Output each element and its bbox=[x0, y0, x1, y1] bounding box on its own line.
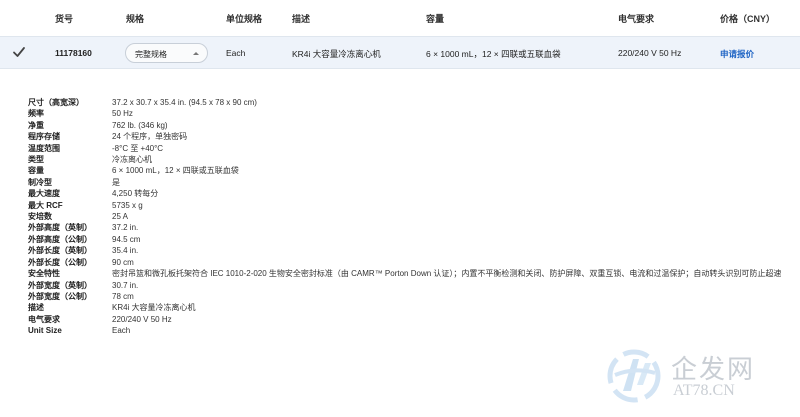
spec-row: 外部宽度（公制） 78 cm bbox=[28, 291, 788, 302]
spec-row: 温度范围 -8°C 至 +40°C bbox=[28, 143, 788, 154]
watermark-logo-icon bbox=[607, 349, 661, 403]
header-electrical: 电气要求 bbox=[618, 14, 655, 24]
spec-value: 密封吊篮和微孔板托架符合 IEC 1010-2-020 生物安全密封标准（由 C… bbox=[112, 269, 782, 279]
spec-value: Each bbox=[112, 326, 131, 336]
caret-up-icon bbox=[193, 52, 199, 55]
spec-value: 37.2 x 30.7 x 35.4 in. (94.5 x 78 x 90 c… bbox=[112, 98, 257, 107]
spec-value: -8°C 至 +40°C bbox=[112, 143, 164, 153]
header-description: 描述 bbox=[292, 14, 311, 24]
spec-label: 安全特性 bbox=[28, 269, 60, 279]
spec-label: 频率 bbox=[28, 109, 44, 119]
spec-value: 762 lb. (346 kg) bbox=[112, 120, 168, 130]
spec-row: 尺寸（高宽深） 37.2 x 30.7 x 35.4 in. (94.5 x 78… bbox=[28, 97, 788, 108]
watermark-text-en: AT78.CN bbox=[673, 382, 735, 399]
spec-label: 程序存储 bbox=[28, 132, 60, 142]
electrical-value: 220/240 V 50 Hz bbox=[618, 48, 682, 58]
table-header: 货号 规格 单位规格 描述 容量 电气要求 价格（CNY） bbox=[0, 0, 800, 36]
spec-value: 6 × 1000 mL，12 × 四联或五联血袋 bbox=[112, 166, 239, 176]
spec-select[interactable]: 完整规格 bbox=[125, 43, 208, 63]
spec-row: 描述 KR4i 大容量冷冻离心机 bbox=[28, 302, 788, 313]
spec-label: 净重 bbox=[28, 120, 44, 130]
description-value: KR4i 大容量冷冻离心机 bbox=[292, 49, 381, 59]
spec-value: 4,250 转每分 bbox=[112, 189, 159, 199]
checkmark-icon bbox=[13, 47, 25, 57]
spec-label: Unit Size bbox=[28, 326, 62, 336]
header-spec: 规格 bbox=[126, 14, 145, 24]
item-number: 11178160 bbox=[55, 48, 92, 58]
unit-value: Each bbox=[226, 48, 246, 58]
spec-value: 220/240 V 50 Hz bbox=[112, 314, 172, 324]
spec-label: 外部高度（英制） bbox=[28, 223, 92, 233]
header-price: 价格（CNY） bbox=[720, 14, 776, 24]
spec-row: 外部长度（公制） 90 cm bbox=[28, 257, 788, 268]
spec-value: 30.7 in. bbox=[112, 280, 139, 290]
header-unit-spec: 单位规格 bbox=[226, 14, 263, 24]
header-item-no: 货号 bbox=[55, 14, 74, 24]
spec-value: 50 Hz bbox=[112, 109, 133, 119]
spec-row: 安全特性 密封吊篮和微孔板托架符合 IEC 1010-2-020 生物安全密封标准… bbox=[28, 268, 788, 279]
spec-label: 容量 bbox=[28, 166, 44, 176]
spec-label: 最大速度 bbox=[28, 189, 60, 199]
spec-row: 外部高度（公制） 94.5 cm bbox=[28, 234, 788, 245]
spec-value: 90 cm bbox=[112, 257, 134, 267]
spec-label: 尺寸（高宽深） bbox=[28, 98, 84, 107]
spec-label: 制冷型 bbox=[28, 177, 52, 187]
spec-value: 35.4 in. bbox=[112, 246, 139, 256]
spec-label: 类型 bbox=[28, 155, 44, 165]
watermark-text-cn: 企发网 bbox=[671, 355, 756, 385]
spec-row: 频率 50 Hz bbox=[28, 108, 788, 119]
spec-row: 外部高度（英制） 37.2 in. bbox=[28, 222, 788, 233]
spec-value: KR4i 大容量冷冻离心机 bbox=[112, 303, 196, 313]
spec-value: 冷冻离心机 bbox=[112, 155, 152, 165]
spec-row: 类型 冷冻离心机 bbox=[28, 154, 788, 165]
spec-label: 外部宽度（公制） bbox=[28, 291, 92, 301]
spec-row: 容量 6 × 1000 mL，12 × 四联或五联血袋 bbox=[28, 165, 788, 176]
spec-row: 最大 RCF 5735 x g bbox=[28, 200, 788, 211]
spec-value: 37.2 in. bbox=[112, 223, 139, 233]
spec-label: 外部长度（英制） bbox=[28, 246, 92, 256]
spec-label: 外部高度（公制） bbox=[28, 234, 92, 244]
spec-label: 温度范围 bbox=[28, 143, 60, 153]
spec-row: 制冷型 是 bbox=[28, 177, 788, 188]
spec-details: 尺寸（高宽深） 37.2 x 30.7 x 35.4 in. (94.5 x 78… bbox=[28, 97, 788, 337]
spec-row: 安培数 25 A bbox=[28, 211, 788, 222]
spec-value: 是 bbox=[112, 177, 120, 187]
table-row[interactable]: 11178160 完整规格 Each KR4i 大容量冷冻离心机 6 × 100… bbox=[0, 36, 800, 69]
header-capacity: 容量 bbox=[426, 14, 445, 24]
capacity-value: 6 × 1000 mL，12 × 四联或五联血袋 bbox=[426, 49, 561, 59]
spec-value: 94.5 cm bbox=[112, 234, 141, 244]
spec-row: Unit Size Each bbox=[28, 325, 788, 336]
spec-value: 78 cm bbox=[112, 291, 134, 301]
spec-label: 电气要求 bbox=[28, 314, 60, 324]
spec-row: 外部宽度（英制） 30.7 in. bbox=[28, 280, 788, 291]
spec-value: 25 A bbox=[112, 212, 129, 222]
spec-label: 安培数 bbox=[28, 212, 52, 222]
spec-value: 5735 x g bbox=[112, 200, 143, 210]
spec-label: 外部长度（公制） bbox=[28, 257, 92, 267]
spec-label: 描述 bbox=[28, 303, 44, 313]
spec-row: 净重 762 lb. (346 kg) bbox=[28, 120, 788, 131]
spec-row: 最大速度 4,250 转每分 bbox=[28, 188, 788, 199]
spec-value: 24 个程序，单独密码 bbox=[112, 132, 188, 142]
spec-row: 程序存储 24 个程序，单独密码 bbox=[28, 131, 788, 142]
watermark: 企发网 AT78.CN bbox=[603, 345, 793, 407]
spec-row: 电气要求 220/240 V 50 Hz bbox=[28, 314, 788, 325]
spec-label: 最大 RCF bbox=[28, 200, 63, 210]
spec-row: 外部长度（英制） 35.4 in. bbox=[28, 245, 788, 256]
spec-label: 外部宽度（英制） bbox=[28, 280, 92, 290]
request-quote-link[interactable]: 申请报价 bbox=[720, 48, 754, 60]
spec-select-value: 完整规格 bbox=[135, 50, 167, 59]
